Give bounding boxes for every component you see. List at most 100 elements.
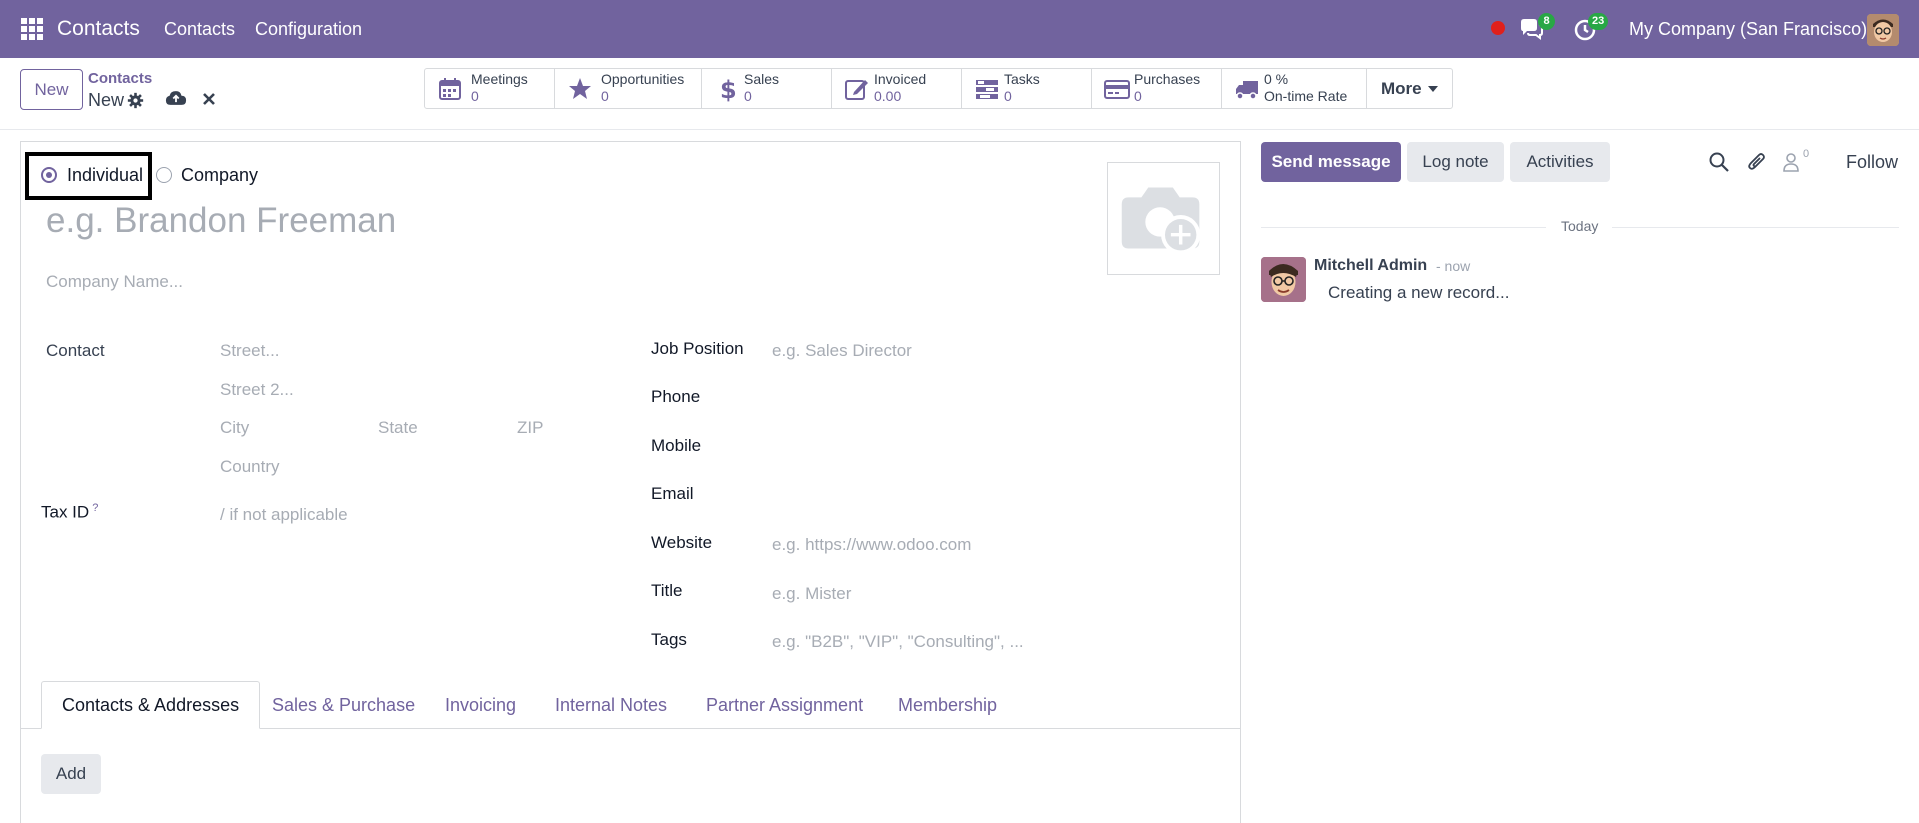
tab-sales-purchase[interactable]: Sales & Purchase <box>252 681 435 729</box>
send-message-button[interactable]: Send message <box>1261 142 1401 182</box>
title-label: Title <box>651 581 683 600</box>
smart-buttons: Meetings 0 Opportunities 0 $ Sales 0 Inv… <box>424 68 1453 109</box>
breadcrumb-contacts[interactable]: Contacts <box>88 70 152 87</box>
credit-card-icon <box>1104 80 1130 99</box>
job-position-label: Job Position <box>651 339 744 358</box>
stat-label: 0 % <box>1264 71 1289 87</box>
stat-label: Purchases <box>1134 71 1201 87</box>
tasks-icon <box>976 80 998 99</box>
radio-company-label[interactable]: Company <box>181 165 258 186</box>
radio-individual[interactable] <box>41 167 57 183</box>
tab-partner-assignment[interactable]: Partner Assignment <box>686 681 883 729</box>
paperclip-icon[interactable] <box>1746 151 1768 173</box>
message-author-avatar[interactable] <box>1261 257 1306 302</box>
follow-button[interactable]: Follow <box>1846 152 1898 173</box>
tax-id-label: Tax ID? <box>41 502 98 523</box>
pencil-square-icon <box>845 80 868 100</box>
activities-button[interactable]: Activities <box>1510 142 1610 182</box>
menu-configuration[interactable]: Configuration <box>255 19 362 40</box>
tags-label: Tags <box>651 630 687 649</box>
recording-indicator-icon[interactable] <box>1491 21 1505 35</box>
menu-contacts[interactable]: Contacts <box>164 19 235 40</box>
more-button[interactable]: More <box>1367 69 1452 108</box>
mobile-label: Mobile <box>651 436 702 455</box>
save-cloud-icon[interactable] <box>165 89 187 108</box>
breadcrumb-current: New <box>88 90 125 110</box>
help-tooltip-icon[interactable]: ? <box>92 502 98 514</box>
truck-icon <box>1236 81 1258 100</box>
radio-company[interactable] <box>156 167 172 183</box>
website-label: Website <box>651 533 713 552</box>
message-body: Creating a new record... <box>1328 283 1510 302</box>
contact-label: Contact <box>46 341 105 360</box>
stat-value: 0 <box>1134 88 1142 104</box>
stat-value: On-time Rate <box>1264 88 1348 104</box>
message-author[interactable]: Mitchell Admin <box>1314 257 1427 275</box>
user-avatar[interactable] <box>1867 14 1899 46</box>
tab-membership[interactable]: Membership <box>878 681 1017 729</box>
stat-value: 0 <box>744 88 752 104</box>
discard-icon[interactable] <box>201 91 217 107</box>
job-position-input[interactable]: e.g. Sales Director <box>772 341 912 361</box>
calendar-icon <box>439 78 461 100</box>
phone-label: Phone <box>651 387 701 406</box>
new-record-button[interactable]: New <box>20 69 83 110</box>
tax-id-input[interactable]: / if not applicable <box>220 505 348 525</box>
tags-input[interactable]: e.g. "B2B", "VIP", "Consulting", ... <box>772 632 1024 652</box>
company-switcher[interactable]: My Company (San Francisco) <box>1629 19 1867 40</box>
add-contact-button[interactable]: Add <box>41 754 101 794</box>
dollar-icon: $ <box>720 76 737 102</box>
state-select[interactable]: State <box>378 418 418 438</box>
app-name[interactable]: Contacts <box>57 17 140 41</box>
stat-value: 0 <box>601 88 609 104</box>
city-input[interactable]: City <box>220 418 249 438</box>
search-icon[interactable] <box>1708 151 1730 173</box>
header-divider <box>0 129 1919 130</box>
photo-upload[interactable] <box>1107 162 1220 275</box>
stat-label: Invoiced <box>874 71 927 87</box>
radio-individual-label[interactable]: Individual <box>67 165 143 186</box>
top-navbar: Contacts Contacts Configuration 8 23 My … <box>0 0 1919 58</box>
stat-label: Tasks <box>1004 71 1040 87</box>
stat-opportunities[interactable]: Opportunities 0 <box>555 69 702 108</box>
camera-plus-icon <box>1121 187 1201 255</box>
email-label: Email <box>651 484 694 503</box>
stat-label: Opportunities <box>601 71 685 87</box>
stat-value: 0.00 <box>874 88 902 104</box>
website-input[interactable]: e.g. https://www.odoo.com <box>772 535 971 555</box>
name-input[interactable]: e.g. Brandon Freeman <box>46 201 396 241</box>
date-divider-left <box>1261 227 1546 228</box>
title-select[interactable]: e.g. Mister <box>772 584 851 604</box>
activities-badge: 23 <box>1588 13 1609 30</box>
stat-sales[interactable]: $ Sales 0 <box>702 69 832 108</box>
stat-value: 0 <box>471 88 479 104</box>
stat-value: 0 <box>1004 88 1012 104</box>
more-label: More <box>1381 78 1422 98</box>
stat-tasks[interactable]: Tasks 0 <box>962 69 1092 108</box>
stat-invoiced[interactable]: Invoiced 0.00 <box>832 69 962 108</box>
date-divider-right <box>1612 227 1899 228</box>
message-time: - now <box>1436 258 1471 274</box>
star-icon <box>569 78 591 99</box>
followers-icon[interactable] <box>1781 151 1803 173</box>
company-name-input[interactable]: Company Name... <box>46 272 183 292</box>
stat-purchases[interactable]: Purchases 0 <box>1092 69 1222 108</box>
tab-invoicing[interactable]: Invoicing <box>425 681 536 729</box>
stat-on-time-rate[interactable]: 0 % On-time Rate <box>1222 69 1367 108</box>
zip-input[interactable]: ZIP <box>517 418 543 438</box>
stat-label: Meetings <box>471 71 528 87</box>
date-separator: Today <box>1561 218 1599 234</box>
followers-count: 0 <box>1803 148 1810 160</box>
street2-input[interactable]: Street 2... <box>220 380 294 400</box>
log-note-button[interactable]: Log note <box>1407 142 1504 182</box>
stat-meetings[interactable]: Meetings 0 <box>425 69 555 108</box>
street-input[interactable]: Street... <box>220 341 280 361</box>
apps-menu-icon[interactable] <box>21 18 43 40</box>
stat-label: Sales <box>744 71 780 87</box>
caret-down-icon <box>1427 85 1438 92</box>
tax-id-label-text: Tax ID <box>41 502 90 522</box>
tab-internal-notes[interactable]: Internal Notes <box>535 681 687 729</box>
country-select[interactable]: Country <box>220 457 280 477</box>
tab-contacts-addresses[interactable]: Contacts & Addresses <box>41 681 261 729</box>
gear-icon[interactable] <box>127 92 144 109</box>
